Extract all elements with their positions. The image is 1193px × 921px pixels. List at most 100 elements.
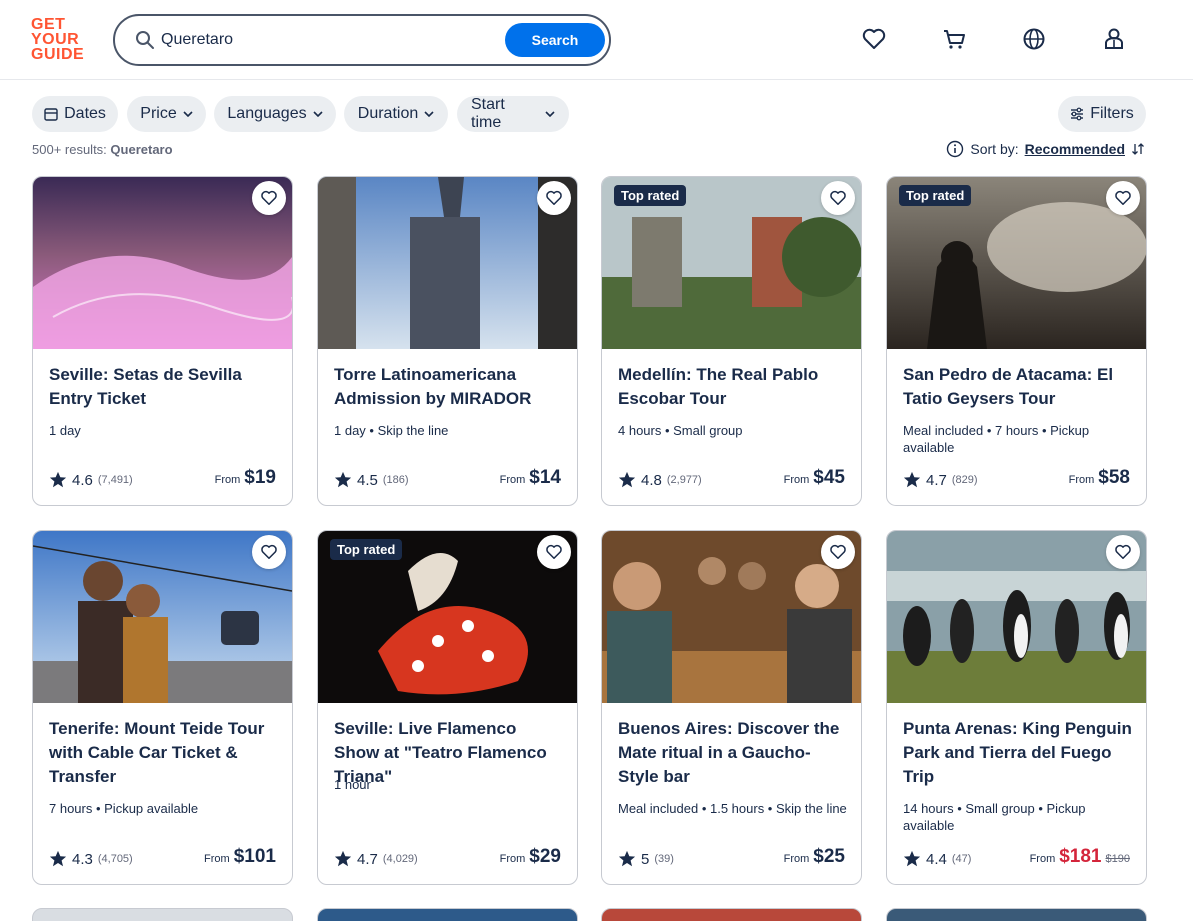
- activity-card[interactable]: Seville: Setas de Sevilla Entry Ticket 1…: [32, 176, 293, 506]
- calendar-icon: [44, 108, 58, 121]
- heart-icon: [546, 544, 562, 559]
- star-icon: [618, 850, 636, 867]
- search-input[interactable]: [161, 28, 491, 52]
- card-title[interactable]: Buenos Aires: Discover the Mate ritual i…: [618, 717, 850, 789]
- rating-value: 4.7: [357, 850, 378, 868]
- activity-card[interactable]: [601, 908, 862, 921]
- chevron-down-icon: [313, 111, 323, 117]
- card-meta: 1 day • Skip the line: [334, 423, 449, 438]
- review-count: (829): [951, 474, 978, 486]
- card-price: From $58: [1069, 467, 1130, 489]
- filter-price[interactable]: Price: [127, 96, 206, 132]
- price-amount: $58: [1098, 467, 1130, 488]
- activity-card[interactable]: Buenos Aires: Discover the Mate ritual i…: [601, 530, 862, 885]
- card-title[interactable]: Punta Arenas: King Penguin Park and Tier…: [903, 717, 1135, 789]
- sort-arrows-icon[interactable]: [1131, 142, 1145, 156]
- sort-value[interactable]: Recommended: [1025, 141, 1125, 157]
- add-to-wishlist-button[interactable]: [252, 181, 286, 215]
- heart-icon: [1115, 190, 1131, 205]
- info-icon[interactable]: [946, 140, 964, 158]
- card-title[interactable]: Medellín: The Real Pablo Escobar Tour: [618, 363, 850, 411]
- star-icon: [49, 471, 67, 488]
- add-to-wishlist-button[interactable]: [537, 181, 571, 215]
- results-query: Queretaro: [110, 142, 173, 157]
- site-header: GET YOUR GUIDE Search: [0, 0, 1193, 80]
- filter-dates[interactable]: Dates: [32, 96, 118, 132]
- chevron-down-icon: [545, 111, 555, 117]
- top-rated-badge: Top rated: [614, 185, 687, 206]
- price-from-label: From: [783, 853, 810, 865]
- filter-dates-label: Dates: [64, 105, 106, 122]
- filter-languages-label: Languages: [227, 105, 307, 122]
- activity-card[interactable]: [32, 908, 293, 921]
- logo-line-1: GET: [31, 16, 66, 33]
- activity-card[interactable]: Top rated Medellín: The Real Pablo Escob…: [601, 176, 862, 506]
- search-bar: Search: [113, 14, 611, 66]
- review-count: (7,491): [97, 474, 133, 486]
- card-price: From $25: [784, 846, 845, 868]
- search-button[interactable]: Search: [505, 23, 605, 57]
- price-from-label: From: [783, 474, 810, 486]
- card-price: From $101: [204, 846, 276, 868]
- add-to-wishlist-button[interactable]: [821, 181, 855, 215]
- filter-start-time[interactable]: Start time: [457, 96, 569, 132]
- heart-icon: [546, 190, 562, 205]
- heart-icon: [830, 544, 846, 559]
- card-title[interactable]: Seville: Setas de Sevilla Entry Ticket: [49, 363, 281, 411]
- star-icon: [618, 471, 636, 488]
- top-rated-badge: Top rated: [330, 539, 403, 560]
- activity-card[interactable]: [317, 908, 578, 921]
- card-meta: 1 day: [49, 423, 81, 438]
- activity-card[interactable]: [886, 908, 1147, 921]
- activity-card[interactable]: Torre Latinoamericana Admission by MIRAD…: [317, 176, 578, 506]
- price-amount: $25: [813, 846, 845, 867]
- price-amount: $29: [529, 846, 561, 867]
- add-to-wishlist-button[interactable]: [537, 535, 571, 569]
- heart-icon: [830, 190, 846, 205]
- rating-value: 5: [641, 850, 650, 868]
- activity-card[interactable]: Top rated San Pedro de Atacama: El Tatio…: [886, 176, 1147, 506]
- card-rating: 5 (39): [618, 850, 674, 868]
- card-title[interactable]: San Pedro de Atacama: El Tatio Geysers T…: [903, 363, 1135, 411]
- card-meta: 4 hours • Small group: [618, 423, 743, 438]
- review-count: (47): [951, 853, 972, 865]
- filter-languages[interactable]: Languages: [214, 96, 336, 132]
- profile-icon[interactable]: [1101, 26, 1127, 52]
- add-to-wishlist-button[interactable]: [1106, 535, 1140, 569]
- price-from-label: From: [499, 853, 526, 865]
- review-count: (4,705): [97, 853, 133, 865]
- heart-icon[interactable]: [861, 26, 887, 52]
- card-rating: 4.3 (4,705): [49, 850, 133, 868]
- card-rating: 4.7 (829): [903, 471, 978, 489]
- logo-line-3: GUIDE: [31, 46, 85, 63]
- activity-card[interactable]: Punta Arenas: King Penguin Park and Tier…: [886, 530, 1147, 885]
- globe-icon[interactable]: [1021, 26, 1047, 52]
- star-icon: [903, 850, 921, 867]
- add-to-wishlist-button[interactable]: [1106, 181, 1140, 215]
- original-price: $190: [1105, 853, 1130, 865]
- filters-button[interactable]: Filters: [1058, 96, 1146, 132]
- card-title[interactable]: Tenerife: Mount Teide Tour with Cable Ca…: [49, 717, 281, 789]
- chevron-down-icon: [183, 111, 193, 117]
- activity-card[interactable]: Top rated Seville: Live Flamenco Show at…: [317, 530, 578, 885]
- filter-duration-label: Duration: [357, 105, 419, 122]
- getyourguide-logo[interactable]: GET YOUR GUIDE: [31, 16, 91, 63]
- filter-duration[interactable]: Duration: [344, 96, 448, 132]
- filter-start-time-label: Start time: [471, 96, 505, 131]
- card-rating: 4.4 (47): [903, 850, 971, 868]
- sort-control[interactable]: Sort by: Recommended: [946, 140, 1145, 158]
- add-to-wishlist-button[interactable]: [252, 535, 286, 569]
- rating-value: 4.8: [641, 471, 662, 489]
- card-title[interactable]: Torre Latinoamericana Admission by MIRAD…: [334, 363, 566, 411]
- filters-button-label: Filters: [1090, 105, 1134, 122]
- card-price: From $45: [784, 467, 845, 489]
- price-from-label: From: [204, 853, 230, 865]
- card-meta: Meal included • 1.5 hours • Skip the lin…: [618, 801, 847, 816]
- cart-icon[interactable]: [941, 26, 967, 52]
- price-from-label: From: [1068, 474, 1095, 486]
- star-icon: [903, 471, 921, 488]
- add-to-wishlist-button[interactable]: [821, 535, 855, 569]
- activity-card[interactable]: Tenerife: Mount Teide Tour with Cable Ca…: [32, 530, 293, 885]
- price-amount: $45: [813, 467, 845, 488]
- rating-value: 4.6: [72, 471, 93, 489]
